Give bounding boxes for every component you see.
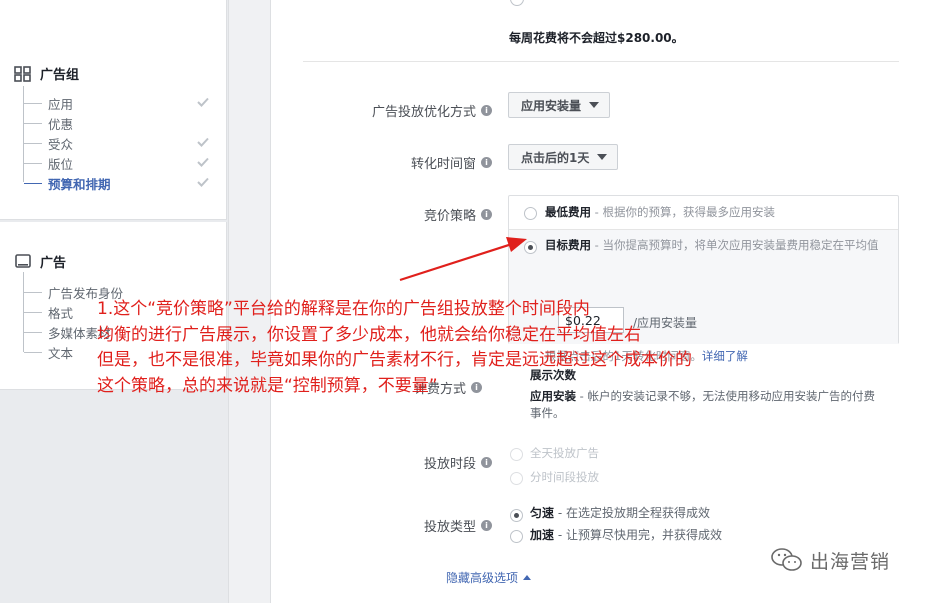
grid-icon bbox=[14, 65, 32, 83]
schedule-all-day-label: 全天投放广告 bbox=[530, 446, 599, 460]
delivery-type-label: 投放类型 i bbox=[424, 516, 492, 535]
lowest-cost-option[interactable]: 最低费用 - 根据你的预算，获得最多应用安装 bbox=[545, 205, 775, 220]
optimization-dropdown[interactable]: 应用安装量 bbox=[508, 92, 611, 118]
check-icon bbox=[197, 137, 209, 147]
delivery-standard-radio[interactable] bbox=[510, 509, 523, 522]
check-icon bbox=[197, 97, 209, 107]
bid-strategy-label: 竞价策略 i bbox=[424, 205, 492, 224]
info-icon[interactable]: i bbox=[481, 105, 492, 116]
ad-section-header[interactable]: 广告 bbox=[14, 252, 66, 271]
sidebar-item-format[interactable]: 格式 bbox=[24, 303, 73, 322]
weekly-spend-note: 每周花费将不会超过$280.00。 bbox=[509, 31, 684, 45]
sidebar-item-placement[interactable]: 版位 bbox=[24, 154, 73, 173]
caret-down-icon bbox=[589, 102, 600, 108]
delivery-accelerated-label[interactable]: 加速 - 让预算尽快用完，并获得成效 bbox=[530, 528, 722, 543]
conversion-window-label: 转化时间窗 i bbox=[411, 153, 492, 172]
hide-advanced-link[interactable]: 隐藏高级选项 bbox=[446, 569, 532, 586]
optimization-label: 广告投放优化方式 i bbox=[372, 101, 492, 120]
schedule-custom-label: 分时间段投放 bbox=[530, 470, 599, 484]
sidebar-item-budget-schedule[interactable]: 预算和排期 bbox=[24, 174, 111, 193]
schedule-custom-radio[interactable] bbox=[510, 472, 523, 485]
caret-down-icon bbox=[597, 154, 608, 160]
info-icon[interactable]: i bbox=[481, 209, 492, 220]
watermark: 出海营销 bbox=[770, 546, 890, 574]
info-icon[interactable]: i bbox=[481, 457, 492, 468]
charge-app-install-cont: 事件。 bbox=[530, 406, 565, 420]
wechat-icon bbox=[771, 548, 802, 571]
target-cost-option[interactable]: 目标费用 - 当你提高预算时，将单次应用安装量费用稳定在平均值 bbox=[545, 238, 885, 253]
target-cost-radio[interactable] bbox=[524, 241, 537, 254]
delivery-accelerated-radio[interactable] bbox=[510, 530, 523, 543]
adset-section-title: 广告组 bbox=[40, 68, 80, 83]
learn-more-link[interactable]: 详细了解 bbox=[702, 349, 748, 363]
schedule-label: 投放时段 i bbox=[424, 453, 492, 472]
caret-up-icon bbox=[523, 575, 532, 580]
info-icon[interactable]: i bbox=[481, 157, 492, 168]
check-icon bbox=[197, 157, 209, 167]
sidebar-item-offer[interactable]: 优惠 bbox=[24, 114, 73, 133]
delivery-standard-label[interactable]: 匀速 - 在选定投放期全程获得成效 bbox=[530, 506, 710, 521]
lowest-cost-radio[interactable] bbox=[524, 207, 537, 220]
schedule-all-day-radio[interactable] bbox=[510, 448, 523, 461]
radio-button[interactable] bbox=[510, 0, 524, 6]
sidebar-item-audience[interactable]: 受众 bbox=[24, 134, 73, 153]
sidebar-item-app[interactable]: 应用 bbox=[24, 94, 73, 113]
annotation-text: 1.这个“竞价策略”平台给的解释是在你的广告组投放整个时间段内 均衡的进行广告展… bbox=[97, 299, 692, 396]
conversion-window-dropdown[interactable]: 点击后的1天 bbox=[508, 144, 619, 170]
watermark-text: 出海营销 bbox=[810, 550, 891, 573]
sidebar-item-text[interactable]: 文本 bbox=[24, 343, 73, 362]
divider bbox=[303, 61, 899, 62]
ad-section-title: 广告 bbox=[40, 256, 67, 271]
adset-section-header[interactable]: 广告组 bbox=[14, 64, 79, 83]
adset-nav-panel: 广告组 应用 优惠 受众 版位 预算和排期 bbox=[0, 0, 227, 220]
monitor-icon bbox=[14, 253, 32, 271]
check-icon bbox=[197, 177, 209, 187]
info-icon[interactable]: i bbox=[481, 520, 492, 531]
